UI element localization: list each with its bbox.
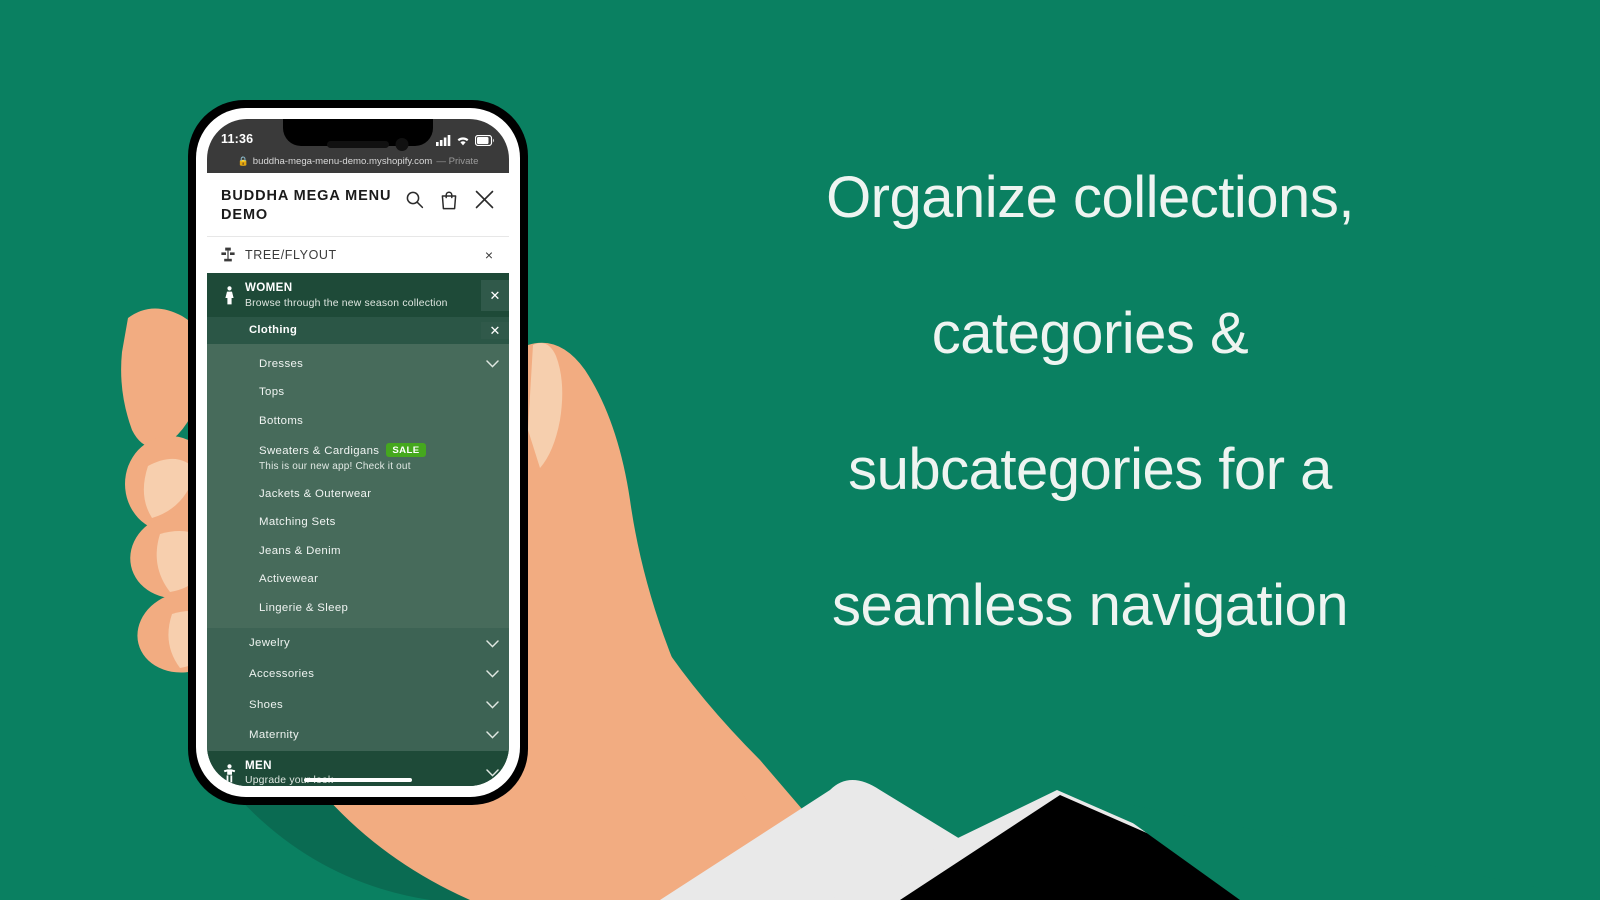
menu-type-bar[interactable]: TREE/FLYOUT ×	[207, 236, 509, 274]
sale-badge: SALE	[386, 443, 426, 458]
collapse-clothing-button[interactable]: ✕	[481, 322, 509, 339]
women-collapsed-children: Jewelry Accessories Shoes Maternity	[207, 628, 509, 751]
menu-item-bottoms[interactable]: Bottoms	[207, 407, 509, 436]
header-icon-group	[405, 187, 495, 210]
menu-item-maternity[interactable]: Maternity	[207, 720, 509, 751]
chevron-down-icon[interactable]	[475, 731, 509, 739]
menu-item-jewelry[interactable]: Jewelry	[207, 628, 509, 659]
close-icon[interactable]	[474, 189, 495, 210]
browser-url-bar[interactable]: 🔒 buddha-mega-menu-demo.myshopify.com — …	[207, 149, 509, 173]
menu-item-title: Activewear	[259, 573, 319, 586]
menu-item-title: Dresses	[259, 357, 304, 370]
store-title: BUDDHA MEGA MENU DEMO	[221, 188, 392, 223]
menu-item-clothing[interactable]: Clothing ✕	[207, 317, 509, 344]
menu-item-title: MEN	[245, 758, 272, 772]
menu-item-tops[interactable]: Tops	[207, 378, 509, 407]
menu-item-jeans-denim[interactable]: Jeans & Denim	[207, 537, 509, 566]
menu-item-title: Jeans & Denim	[259, 544, 341, 557]
menu-item-lingerie-sleep[interactable]: Lingerie & Sleep	[207, 594, 509, 623]
menu-item-title: Jewelry	[249, 637, 291, 650]
menu-item-shoes[interactable]: Shoes	[207, 690, 509, 721]
url-text: buddha-mega-menu-demo.myshopify.com	[252, 155, 433, 167]
menu-item-subtitle: This is our new app! Check it out	[259, 460, 411, 472]
chevron-down-icon[interactable]	[475, 360, 509, 368]
menu-close-icon[interactable]: ×	[485, 248, 493, 262]
headline-line-4: seamless navigation	[831, 573, 1349, 638]
chevron-down-icon[interactable]	[475, 701, 509, 709]
store-header: BUDDHA MEGA MENU DEMO	[207, 173, 509, 237]
menu-item-title: Matching Sets	[259, 516, 336, 529]
menu-item-title: WOMEN	[245, 281, 293, 295]
headline-line-1: Organize collections,	[826, 165, 1354, 230]
clothing-children: Dresses Tops Bottoms Sweaters & Cardigan…	[207, 343, 509, 629]
slide-canvas: 11:36 🔒 buddha-mega-menu-demo.myshopify.…	[0, 0, 1600, 900]
woman-figure-icon	[221, 286, 237, 305]
menu-item-dresses[interactable]: Dresses	[207, 350, 509, 379]
menu-item-title: Accessories	[249, 668, 315, 680]
menu-item-subtitle: Browse through the new season collection	[245, 297, 448, 309]
lock-icon: 🔒	[237, 155, 249, 166]
man-figure-icon	[221, 764, 237, 783]
wifi-icon	[456, 135, 470, 146]
mega-menu: WOMEN Browse through the new season coll…	[207, 273, 509, 786]
menu-item-title: Maternity	[249, 729, 299, 742]
shopping-bag-icon[interactable]	[440, 190, 458, 210]
menu-item-accessories[interactable]: Accessories	[207, 659, 509, 690]
headline-line-3: subcategories for a	[848, 437, 1332, 502]
menu-item-title: Tops	[259, 386, 285, 399]
home-indicator	[304, 777, 412, 782]
search-icon[interactable]	[405, 190, 424, 209]
cellular-signal-icon	[436, 135, 451, 146]
front-camera	[395, 138, 409, 151]
chevron-down-icon[interactable]	[475, 670, 509, 678]
phone-screen: 11:36 🔒 buddha-mega-menu-demo.myshopify.…	[207, 119, 509, 786]
menu-item-title: Clothing	[249, 324, 298, 337]
status-icons	[436, 135, 495, 146]
menu-item-matching-sets[interactable]: Matching Sets	[207, 508, 509, 537]
menu-item-title: Sweaters & Cardigans	[259, 445, 380, 458]
collapse-women-button[interactable]: ✕	[481, 280, 509, 312]
private-label: — Private	[436, 155, 479, 167]
menu-item-sweaters-cardigans[interactable]: Sweaters & Cardigans SALE This is our new…	[207, 435, 509, 480]
menu-item-women[interactable]: WOMEN Browse through the new season coll…	[207, 273, 509, 318]
menu-item-title: Bottoms	[259, 414, 304, 427]
phone-bezel: 11:36 🔒 buddha-mega-menu-demo.myshopify.…	[196, 108, 520, 797]
chevron-down-icon[interactable]	[475, 639, 509, 648]
menu-item-title: Lingerie & Sleep	[259, 601, 349, 614]
sitemap-icon	[221, 247, 235, 262]
menu-item-jackets-outerwear[interactable]: Jackets & Outerwear	[207, 480, 509, 509]
menu-item-activewear[interactable]: Activewear	[207, 565, 509, 594]
menu-type-label: TREE/FLYOUT	[245, 247, 337, 262]
menu-item-title: Jackets & Outerwear	[259, 487, 372, 500]
headline: Organize collections, categories & subca…	[700, 130, 1480, 674]
status-time: 11:36	[221, 132, 254, 146]
battery-icon	[475, 135, 495, 146]
earpiece-speaker	[327, 141, 389, 148]
phone-mockup: 11:36 🔒 buddha-mega-menu-demo.myshopify.…	[188, 100, 528, 805]
menu-item-title: Shoes	[249, 698, 284, 711]
chevron-down-icon[interactable]	[475, 769, 509, 777]
menu-type-left: TREE/FLYOUT	[221, 247, 337, 262]
headline-line-2: categories &	[931, 301, 1249, 366]
